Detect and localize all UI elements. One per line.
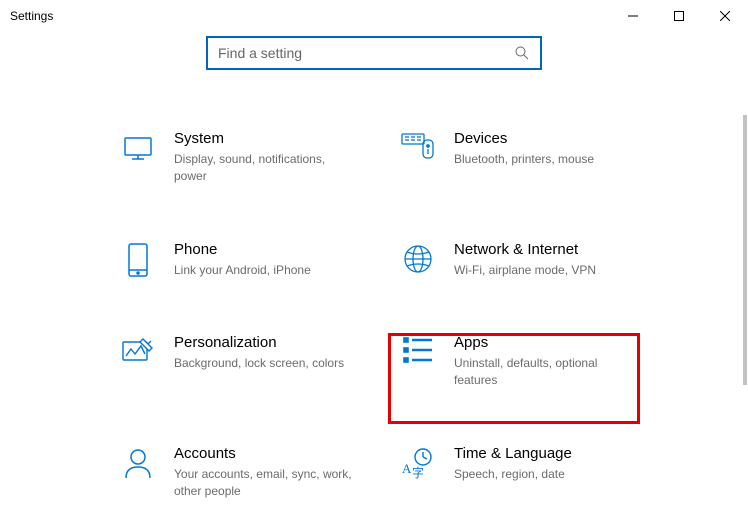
category-title: Time & Language [454,445,572,462]
category-system[interactable]: System Display, sound, notifications, po… [120,130,390,185]
network-icon [400,241,436,279]
category-desc: Display, sound, notifications, power [174,151,354,185]
devices-icon [400,130,436,185]
category-desc: Bluetooth, printers, mouse [454,151,594,168]
svg-text:字: 字 [412,465,424,479]
category-desc: Your accounts, email, sync, work, other … [174,466,354,500]
category-apps[interactable]: Apps Uninstall, defaults, optional featu… [400,334,670,389]
category-desc: Uninstall, defaults, optional features [454,355,634,389]
time-language-icon: A 字 [400,445,436,500]
category-network[interactable]: Network & Internet Wi-Fi, airplane mode,… [400,241,670,279]
system-icon [120,130,156,185]
category-desc: Background, lock screen, colors [174,355,344,372]
category-title: Phone [174,241,311,258]
category-accounts[interactable]: Accounts Your accounts, email, sync, wor… [120,445,390,500]
category-title: Network & Internet [454,241,596,258]
svg-text:A: A [402,461,412,476]
window-title: Settings [10,9,53,23]
phone-icon [120,241,156,279]
category-title: System [174,130,354,147]
category-title: Apps [454,334,634,351]
category-title: Accounts [174,445,354,462]
category-time-language[interactable]: A 字 Time & Language Speech, region, date [400,445,670,500]
category-devices[interactable]: Devices Bluetooth, printers, mouse [400,130,670,185]
category-desc: Speech, region, date [454,466,572,483]
category-title: Devices [454,130,594,147]
apps-icon [400,334,436,389]
category-desc: Wi-Fi, airplane mode, VPN [454,262,596,279]
category-phone[interactable]: Phone Link your Android, iPhone [120,241,390,279]
category-desc: Link your Android, iPhone [174,262,311,279]
category-personalization[interactable]: Personalization Background, lock screen,… [120,334,390,389]
settings-grid: System Display, sound, notifications, po… [0,130,748,500]
maximize-button[interactable] [656,0,702,32]
personalization-icon [120,334,156,389]
search-input[interactable] [218,45,498,61]
search-icon [514,45,530,61]
close-button[interactable] [702,0,748,32]
scrollbar[interactable] [743,115,747,385]
minimize-button[interactable] [610,0,656,32]
window-controls [610,0,748,32]
accounts-icon [120,445,156,500]
search-box[interactable] [206,36,542,70]
category-title: Personalization [174,334,344,351]
